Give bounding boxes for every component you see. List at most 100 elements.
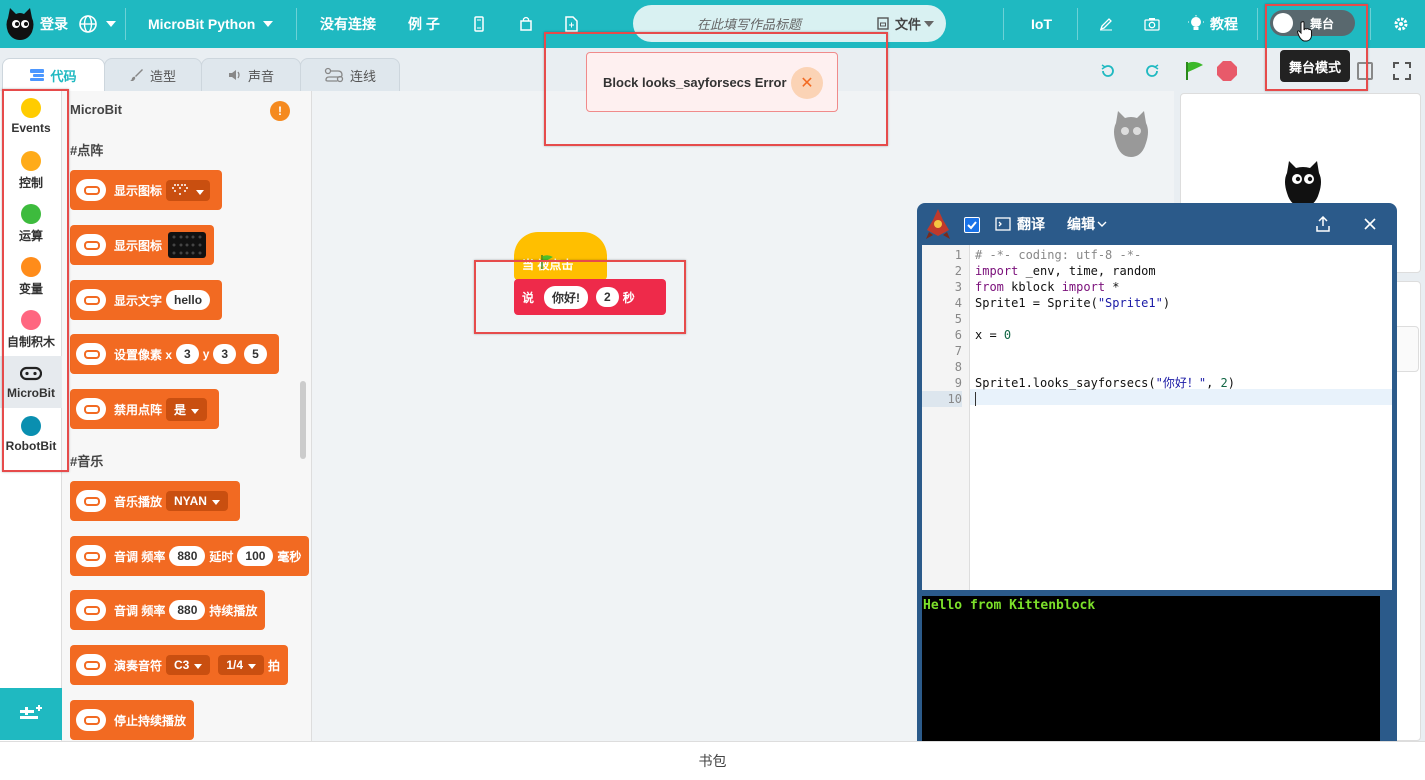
divider (125, 8, 126, 40)
block-show-icon-matrix[interactable]: 显示图标 (70, 225, 215, 265)
iot-button[interactable]: IoT (1031, 0, 1052, 48)
green-flag-icon[interactable] (1184, 60, 1206, 82)
block-show-icon[interactable]: 显示图标 (70, 170, 223, 210)
add-extension-icon (20, 705, 42, 719)
microbit-block-icon (76, 545, 106, 567)
translate-button[interactable]: 翻译 (995, 203, 1045, 245)
microbit-block-icon (76, 490, 106, 512)
pixel-x-input[interactable]: 3 (176, 344, 199, 364)
tone-freq-input[interactable]: 880 (169, 546, 206, 566)
block-stop-hold[interactable]: 停止持续播放 (70, 700, 195, 740)
device-icon[interactable] (473, 0, 485, 48)
block-music-play[interactable]: 音乐播放 NYAN (70, 481, 240, 521)
block-tone-hold[interactable]: 音调 频率 880 持续播放 (70, 590, 266, 630)
chevron-down-icon (1097, 221, 1107, 227)
block-label: 显示图标 (114, 183, 163, 198)
export-icon[interactable] (1316, 216, 1330, 232)
python-editor-panel: 翻译 编辑 1 2 3 4 5 6 7 8 9 10 # -*- coding:… (917, 203, 1397, 780)
highlight-say-block (474, 260, 686, 334)
examples-button[interactable]: 例 子 (408, 0, 440, 48)
code-line: x = 0 (975, 328, 1012, 342)
block-disable-matrix[interactable]: 禁用点阵 是 (70, 389, 220, 429)
redo-icon[interactable] (1144, 63, 1160, 79)
brush-icon (129, 69, 143, 81)
stop-icon[interactable] (1216, 60, 1238, 82)
block-palette: MicroBit ! #点阵 显示图标 显示图标 显示文字 hello 设置像素… (62, 91, 312, 741)
python-editor-header: 翻译 编辑 (917, 203, 1397, 245)
code-blocks-icon (30, 69, 45, 81)
led-matrix-icon (172, 235, 202, 255)
fullscreen-icon[interactable] (1393, 62, 1411, 80)
gear-icon[interactable] (1393, 0, 1409, 48)
line-gutter: 1 2 3 4 5 6 7 8 9 10 (922, 245, 970, 590)
dropdown-value: 是 (174, 402, 187, 417)
tab-code-label: 代码 (50, 68, 77, 84)
info-icon[interactable]: ! (270, 101, 290, 121)
show-text-input[interactable]: hello (166, 290, 211, 310)
tab-wiring[interactable]: 连线 (300, 58, 400, 92)
chevron-down-icon (924, 20, 935, 27)
line-number: 4 (954, 296, 962, 310)
connection-button[interactable]: 没有连接 (320, 0, 376, 48)
editor-checkbox[interactable] (964, 217, 980, 233)
microbit-block-icon (76, 654, 106, 676)
block-label: 延时 (209, 549, 234, 564)
music-dropdown[interactable]: NYAN (166, 491, 228, 511)
divider (296, 8, 297, 40)
tone-hold-freq-input[interactable]: 880 (169, 600, 206, 620)
beat-dropdown[interactable]: 1/4 (218, 655, 265, 675)
microbit-block-icon (76, 709, 106, 731)
chevron-down-icon (191, 408, 200, 414)
line-number: 9 (954, 376, 962, 390)
block-label: 拍 (268, 658, 281, 673)
pencil-icon[interactable] (1099, 0, 1113, 48)
block-label: 显示图标 (114, 238, 163, 253)
block-label: y (202, 347, 210, 361)
code-editor[interactable]: 1 2 3 4 5 6 7 8 9 10 # -*- coding: utf-8… (922, 245, 1392, 590)
pixel-y-input[interactable]: 3 (213, 344, 237, 364)
line-number: 3 (954, 280, 962, 294)
code-line: # -*- coding: utf-8 -*- (975, 248, 1142, 262)
led-matrix-grid[interactable] (168, 232, 207, 258)
login-button[interactable]: 登录 (40, 0, 68, 48)
divider (1370, 8, 1371, 40)
pixel-brightness-input[interactable]: 5 (244, 344, 267, 364)
backpack-bar[interactable]: 书包 (0, 741, 1425, 780)
palette-scrollbar[interactable] (300, 381, 306, 459)
save-icon (877, 17, 889, 30)
line-number: 7 (954, 344, 962, 358)
bag-icon[interactable] (519, 0, 533, 48)
tutorial-button[interactable]: 教程 (1188, 0, 1238, 48)
tab-sound[interactable]: 声音 (201, 58, 301, 92)
add-extension-button[interactable] (0, 688, 62, 740)
language-menu[interactable] (78, 0, 116, 48)
disable-matrix-dropdown[interactable]: 是 (166, 397, 208, 421)
block-play-note[interactable]: 演奏音符 C3 1/4 拍 (70, 645, 289, 685)
highlight-error-toast (544, 32, 888, 146)
tab-code[interactable]: 代码 (2, 58, 105, 92)
close-icon[interactable] (1363, 217, 1377, 231)
line-number: 2 (954, 264, 962, 278)
code-line: from kblock import * (975, 280, 1120, 294)
note-dropdown[interactable]: C3 (166, 655, 211, 675)
chevron-down-icon (211, 500, 220, 505)
block-tone-delay[interactable]: 音调 频率 880 延时 100 毫秒 (70, 536, 310, 576)
block-set-pixel[interactable]: 设置像素 x 3 y 3 5 (70, 334, 279, 374)
logo[interactable] (4, 0, 36, 48)
block-show-text[interactable]: 显示文字 hello (70, 280, 223, 320)
dropdown-value: NYAN (174, 494, 207, 508)
language-select[interactable]: MicroBit Python (148, 0, 274, 48)
tone-delay-input[interactable]: 100 (237, 546, 274, 566)
edit-menu[interactable]: 编辑 (1067, 203, 1107, 245)
highlight-category-menu (2, 89, 69, 472)
undo-icon[interactable] (1100, 63, 1116, 79)
icon-heart-dropdown[interactable] (166, 179, 211, 201)
chevron-down-icon (196, 189, 205, 195)
microbit-block-icon (76, 179, 106, 201)
wiring-icon (324, 67, 344, 83)
line-number: 1 (954, 248, 962, 262)
tab-costume[interactable]: 造型 (104, 58, 202, 92)
camera-icon[interactable] (1144, 0, 1160, 48)
backpack-label: 书包 (698, 753, 727, 769)
highlight-stage-toggle (1265, 4, 1368, 91)
